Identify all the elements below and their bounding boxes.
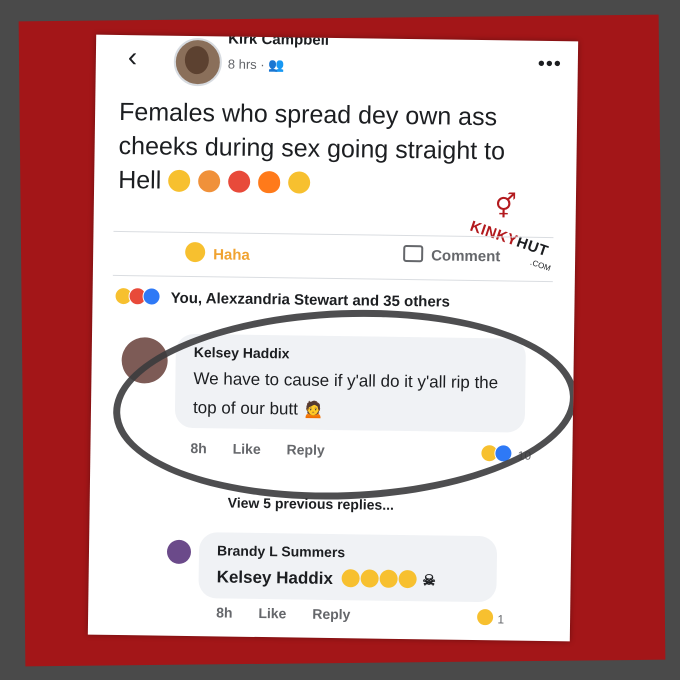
post-meta: 8 hrs · 👥: [228, 57, 285, 74]
marker-circle: [109, 301, 579, 509]
like-reaction-icon: [142, 287, 161, 306]
post-time: 8 hrs ·: [227, 56, 269, 73]
haha-reaction-icon: [475, 608, 495, 627]
author-name[interactable]: Kirk Campbell: [228, 35, 329, 49]
more-options-icon[interactable]: •••: [538, 53, 562, 76]
action-bar: Haha Comment: [93, 235, 575, 278]
laughing-emoji-icon: [360, 569, 379, 588]
reply-avatar[interactable]: [166, 539, 192, 565]
back-arrow-icon[interactable]: ‹: [128, 37, 138, 77]
laughing-emoji-icon: [379, 569, 398, 588]
tears-of-joy-emoji-icon: [287, 171, 311, 194]
reply-mention[interactable]: Kelsey Haddix: [217, 567, 333, 588]
reply-reactions[interactable]: 1: [475, 608, 505, 627]
author-avatar[interactable]: [173, 37, 223, 87]
smiling-hearts-emoji-icon: [198, 170, 221, 193]
skull-emoji-icon: ☠: [422, 572, 436, 590]
gender-symbol-icon: ⚥: [494, 193, 517, 221]
reply-reaction-count: 1: [497, 612, 505, 627]
haha-button[interactable]: Haha: [185, 241, 250, 264]
reply-like-button[interactable]: Like: [258, 605, 286, 621]
friends-icon: 👥: [268, 57, 285, 73]
comment-button[interactable]: Comment: [403, 244, 501, 266]
laughing-emoji-icon: [341, 569, 360, 588]
reply-text: Kelsey Haddix ☠: [216, 562, 436, 595]
tired-face-emoji-icon: [168, 169, 191, 192]
comment-label: Comment: [431, 247, 501, 266]
reply-author-name[interactable]: Brandy L Summers: [217, 542, 345, 560]
reactions-summary[interactable]: You, Alexzandria Stewart and 35 others: [114, 286, 451, 311]
post-header: ‹ Kirk Campbell 8 hrs · 👥 •••: [96, 35, 579, 90]
reply-reply-button[interactable]: Reply: [312, 606, 350, 623]
avatar-face: [184, 45, 210, 75]
haha-emoji-icon: [185, 241, 206, 263]
reactions-text: You, Alexzandria Stewart and 35 others: [170, 289, 451, 311]
fire-emoji-icon: [257, 170, 281, 194]
post-body: Females who spread dey own ass cheeks du…: [118, 95, 549, 203]
view-previous-replies[interactable]: View 5 previous replies...: [228, 495, 394, 513]
facebook-post-screenshot: ‹ Kirk Campbell 8 hrs · 👥 ••• Females wh…: [87, 34, 579, 642]
laughing-emoji-icon: [398, 569, 417, 589]
reply-meta: 8h Like Reply: [216, 604, 372, 622]
comment-icon: [403, 244, 424, 263]
reply-time: 8h: [216, 604, 233, 621]
reply-bubble: Brandy L Summers Kelsey Haddix ☠: [198, 532, 498, 603]
haha-label: Haha: [213, 246, 250, 264]
heart-eyes-emoji-icon: [227, 170, 251, 193]
